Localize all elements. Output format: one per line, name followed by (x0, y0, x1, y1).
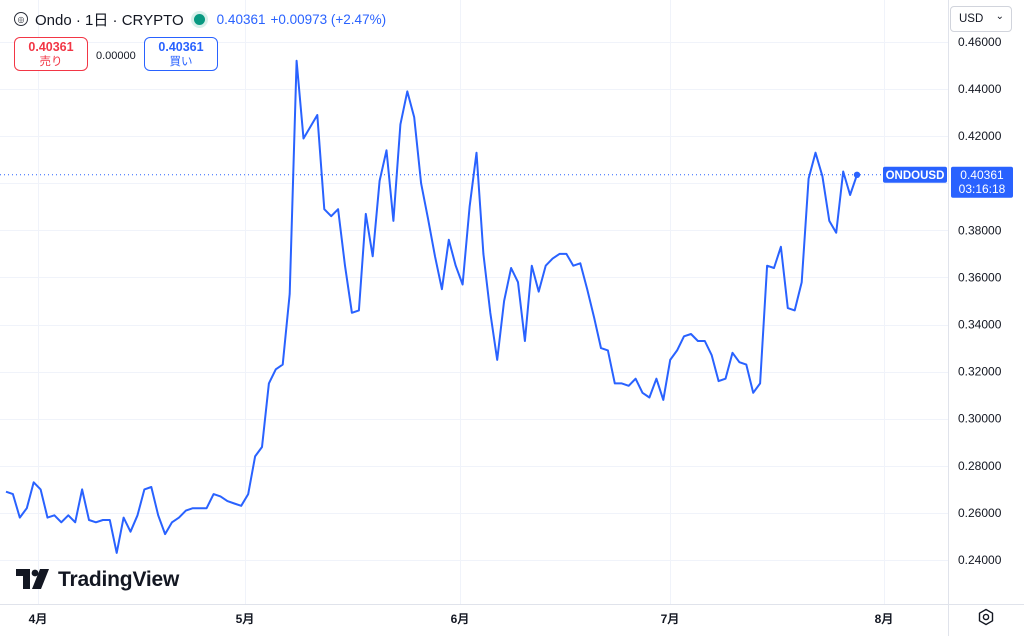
buy-label: 買い (169, 56, 193, 68)
y-tick-label: 0.28000 (958, 459, 1002, 473)
sell-button[interactable]: 0.40361 売り (14, 37, 88, 71)
last-point-marker (853, 171, 861, 178)
tradingview-logo-icon (16, 569, 49, 589)
x-tick-label: 4月 (29, 612, 48, 626)
y-tick-label: 0.36000 (958, 270, 1002, 284)
y-tick-label: 0.46000 (958, 35, 1002, 49)
price-label-countdown: 03:16:18 (959, 182, 1006, 196)
tradingview-watermark[interactable]: TradingView (16, 568, 179, 592)
sell-label: 売り (39, 56, 63, 68)
header-price: 0.40361 (216, 11, 266, 27)
currency-label: USD (959, 13, 984, 25)
chart-frame: 0.460000.440000.420000.400000.380000.360… (0, 0, 1024, 636)
y-tick-label: 0.30000 (958, 412, 1002, 426)
symbol-label: ONDOUSD (886, 170, 945, 182)
chart-header: ◎ Ondo · 1日 · CRYPTO 0.40361 +0.00973 (+… (14, 8, 391, 30)
y-tick-label: 0.44000 (958, 82, 1002, 96)
price-label-value: 0.40361 (960, 168, 1004, 182)
y-tick-label: 0.32000 (958, 365, 1002, 379)
buy-price: 0.40361 (158, 40, 204, 54)
sell-price: 0.40361 (28, 40, 74, 54)
y-tick-label: 0.26000 (958, 506, 1002, 520)
symbol-title[interactable]: Ondo · 1日 · CRYPTO (35, 9, 184, 30)
y-tick-label: 0.34000 (958, 318, 1002, 332)
settings-icon[interactable] (976, 607, 996, 627)
x-tick-label: 7月 (661, 612, 680, 626)
watermark-text: TradingView (58, 568, 180, 591)
y-tick-label: 0.38000 (958, 223, 1002, 237)
market-status-dot-icon (193, 13, 205, 25)
y-tick-label: 0.24000 (958, 553, 1002, 567)
header-change: +0.00973 (+2.47%) (270, 11, 387, 27)
currency-select[interactable]: USD ⌄ (950, 6, 1012, 32)
spread-value: 0.00000 (96, 50, 136, 62)
buy-button[interactable]: 0.40361 買い (144, 37, 218, 71)
x-tick-label: 5月 (236, 612, 255, 626)
ondo-logo-icon: ◎ (14, 12, 28, 26)
y-tick-label: 0.42000 (958, 129, 1002, 143)
x-tick-label: 6月 (451, 612, 470, 626)
chevron-down-icon: ⌄ (995, 11, 1004, 22)
x-tick-label: 8月 (875, 612, 894, 626)
